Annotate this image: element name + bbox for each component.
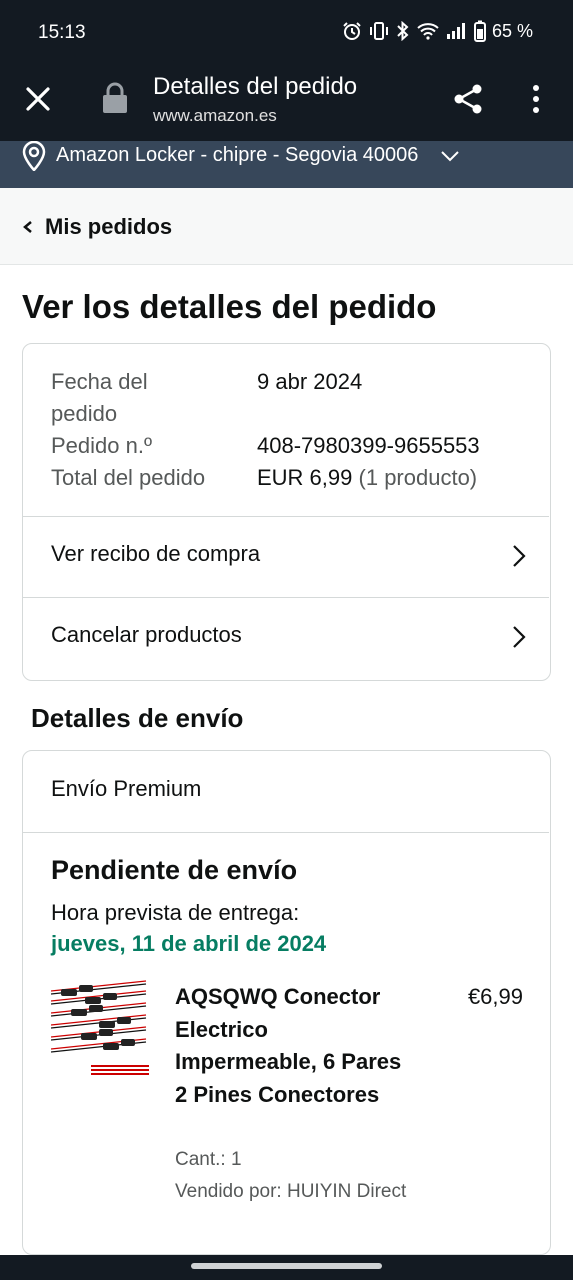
breadcrumb-my-orders[interactable]: Mis pedidos — [45, 214, 172, 240]
breadcrumb[interactable]: Mis pedidos — [0, 188, 573, 265]
signal-icon — [446, 23, 465, 39]
page-title: Ver los detalles del pedido — [22, 288, 437, 325]
vibrate-icon — [369, 22, 388, 40]
chevron-left-icon — [23, 221, 32, 233]
cancel-products-label: Cancelar productos — [51, 622, 242, 647]
status-icons: 65 % — [342, 20, 533, 42]
order-summary-card: Fecha del pedido 9 abr 2024 Pedido n.º 4… — [22, 343, 551, 681]
close-icon[interactable] — [22, 83, 54, 115]
chevron-right-icon — [513, 545, 526, 567]
divider — [23, 832, 549, 833]
product-image[interactable] — [51, 979, 151, 1079]
order-date-value: 9 abr 2024 — [257, 369, 363, 394]
product-price: €6,99 — [467, 984, 523, 1009]
order-total-value: EUR 6,99 (1 producto) — [257, 462, 477, 494]
more-options-icon[interactable] — [524, 83, 548, 117]
delivery-estimate-date: jueves, 11 de abril de 2024 — [51, 931, 327, 956]
wifi-icon — [417, 23, 439, 40]
shipping-section-title: Detalles de envío — [31, 703, 244, 733]
location-text: Amazon Locker - chipre - Segovia 40006 — [56, 144, 419, 166]
product-title-link[interactable]: AQSQWQ Conector Electrico Impermeable, 6… — [175, 981, 410, 1111]
bluetooth-icon — [397, 21, 409, 41]
chevron-right-icon — [513, 626, 526, 648]
page-tab-title: Detalles del pedido — [153, 73, 358, 100]
status-time: 15:13 — [38, 22, 86, 43]
browser-toolbar: Detalles del pedido www.amazon.es — [0, 57, 573, 141]
product-seller: Vendido por: HUIYIN Direct — [175, 1181, 407, 1202]
share-icon[interactable] — [450, 81, 486, 117]
battery-percentage: 65 % — [491, 20, 533, 41]
status-bar: 15:13 65 % — [0, 0, 573, 57]
chevron-down-icon — [441, 151, 459, 162]
alarm-icon — [343, 22, 361, 40]
system-nav-bar — [0, 1255, 573, 1280]
delivery-estimate-label: Hora prevista de entrega: — [51, 900, 300, 925]
shipment-card: Envío Premium Pendiente de envío Hora pr… — [22, 750, 551, 1255]
delivery-location-bar[interactable]: Amazon Locker - chipre - Segovia 40006 — [0, 141, 573, 188]
shipping-type: Envío Premium — [51, 776, 202, 801]
lock-icon[interactable] — [100, 81, 130, 115]
order-date-label-cont: pedido — [51, 401, 118, 426]
order-number-label: Pedido n.º — [51, 433, 152, 458]
product-quantity: Cant.: 1 — [175, 1149, 242, 1170]
order-total-amount: EUR 6,99 — [257, 465, 353, 490]
cancel-products-link[interactable]: Cancelar productos — [23, 597, 549, 678]
view-receipt-label: Ver recibo de compra — [51, 541, 261, 566]
order-number-value: 408-7980399-9655553 — [257, 433, 480, 458]
location-pin-icon — [22, 141, 46, 171]
url-text[interactable]: www.amazon.es — [153, 106, 277, 126]
order-item-count: (1 producto) — [358, 465, 478, 490]
home-gesture-handle[interactable] — [191, 1263, 382, 1269]
battery-icon — [473, 20, 486, 42]
view-receipt-link[interactable]: Ver recibo de compra — [23, 516, 549, 597]
order-date-label: Fecha del — [51, 369, 148, 394]
order-total-label: Total del pedido — [51, 465, 206, 490]
shipment-status: Pendiente de envío — [51, 855, 298, 885]
